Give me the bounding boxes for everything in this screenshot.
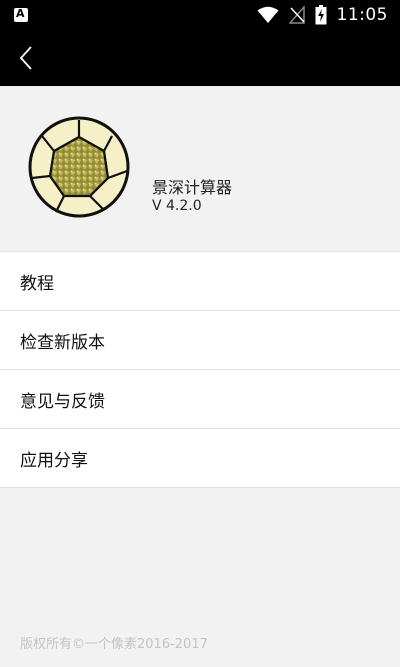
app-name: 景深计算器 (152, 178, 233, 197)
aperture-logo-icon (28, 116, 130, 218)
menu-item-check-update[interactable]: 检查新版本 (0, 311, 400, 370)
status-bar: 11:05 (0, 0, 400, 30)
app-bar (0, 30, 400, 86)
app-notification-icon (14, 7, 28, 22)
chevron-left-icon (19, 46, 32, 70)
back-button[interactable] (10, 42, 42, 74)
status-time: 11:05 (336, 5, 388, 25)
menu-item-tutorial[interactable]: 教程 (0, 252, 400, 311)
settings-menu: 教程 检查新版本 意见与反馈 应用分享 (0, 251, 400, 488)
app-version: V 4.2.0 (152, 198, 202, 214)
battery-charging-icon (315, 5, 326, 25)
status-icons: 11:05 (257, 4, 389, 26)
no-signal-icon (288, 6, 305, 24)
menu-item-share-app[interactable]: 应用分享 (0, 429, 400, 488)
menu-item-feedback[interactable]: 意见与反馈 (0, 370, 400, 429)
copyright-text: 版权所有©一个像素2016-2017 (20, 637, 208, 652)
app-info-header: 景深计算器 V 4.2.0 (0, 86, 400, 251)
wifi-icon (257, 6, 278, 23)
